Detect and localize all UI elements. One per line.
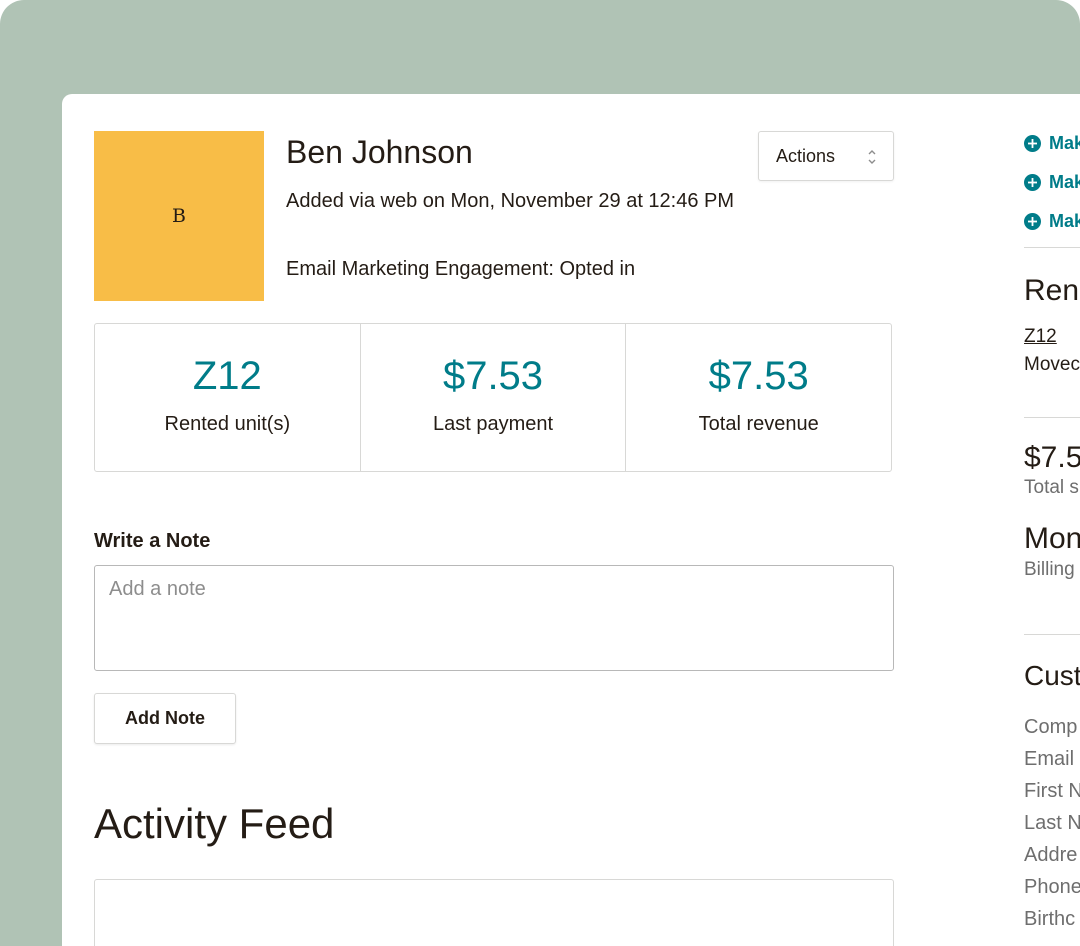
activity-feed-panel xyxy=(94,879,894,946)
custom-fields-heading: Cust xyxy=(1024,660,1080,691)
rental-heading: Ren xyxy=(1024,274,1080,307)
plus-circle-icon xyxy=(1024,134,1041,152)
plus-circle-icon xyxy=(1024,212,1041,230)
customer-name: Ben Johnson xyxy=(286,134,473,170)
stat-rented-units: Z12 Rented unit(s) xyxy=(95,324,361,471)
custom-field-label: Last N xyxy=(1024,812,1080,834)
engagement-status: Email Marketing Engagement: Opted in xyxy=(286,258,636,280)
custom-field-label: Phone xyxy=(1024,876,1080,898)
divider xyxy=(1024,417,1080,418)
divider xyxy=(1024,634,1080,635)
billing-heading: Mont xyxy=(1024,522,1080,555)
stat-total-revenue: $7.53 Total revenue xyxy=(626,324,891,471)
plus-circle-icon xyxy=(1024,173,1041,191)
amount-caption: Total s xyxy=(1024,477,1079,498)
sidebar-action-label: Mak xyxy=(1049,132,1080,153)
custom-field-label: First N xyxy=(1024,780,1080,802)
added-info: Added via web on Mon, November 29 at 12:… xyxy=(286,190,735,212)
write-note-heading: Write a Note xyxy=(94,530,211,552)
activity-feed-heading: Activity Feed xyxy=(94,800,335,847)
sidebar-action-label: Mak xyxy=(1049,171,1080,192)
stat-value: $7.53 xyxy=(708,354,809,398)
stats-panel: Z12 Rented unit(s) $7.53 Last payment $7… xyxy=(94,323,892,472)
custom-field-label: Comp xyxy=(1024,716,1078,738)
sidebar-action-label: Mak xyxy=(1049,210,1080,231)
note-input[interactable] xyxy=(94,565,894,671)
customer-profile-card: B Ben Johnson Added via web on Mon, Nove… xyxy=(62,94,1080,946)
moved-text: Movec xyxy=(1024,354,1080,375)
chevron-up-down-icon xyxy=(868,150,876,164)
amount-value: $7.53 xyxy=(1024,441,1080,474)
custom-field-label: Email xyxy=(1024,748,1075,770)
divider xyxy=(1024,247,1080,248)
actions-dropdown[interactable]: Actions xyxy=(758,131,894,181)
stat-label: Rented unit(s) xyxy=(164,413,291,435)
sidebar-action-link[interactable]: Mak xyxy=(1024,131,1080,155)
sidebar-action-link[interactable]: Mak xyxy=(1024,170,1080,194)
avatar-initial: B xyxy=(172,205,186,227)
add-note-button[interactable]: Add Note xyxy=(94,693,236,744)
sidebar-action-link[interactable]: Mak xyxy=(1024,209,1080,233)
stat-value: Z12 xyxy=(192,354,262,398)
custom-field-label: Birthc xyxy=(1024,908,1076,930)
avatar: B xyxy=(94,131,264,301)
unit-link[interactable]: Z12 xyxy=(1024,326,1057,348)
stat-label: Last payment xyxy=(432,413,554,435)
stat-label: Total revenue xyxy=(698,413,819,435)
stat-value: $7.53 xyxy=(442,354,544,398)
right-sidebar: Mak Mak Mak Ren Z12 Movec $7.53 Total s … xyxy=(1024,94,1080,946)
billing-caption: Billing xyxy=(1024,559,1075,580)
custom-field-label: Addre xyxy=(1024,844,1078,866)
actions-label: Actions xyxy=(776,145,836,166)
stat-last-payment: $7.53 Last payment xyxy=(361,324,627,471)
